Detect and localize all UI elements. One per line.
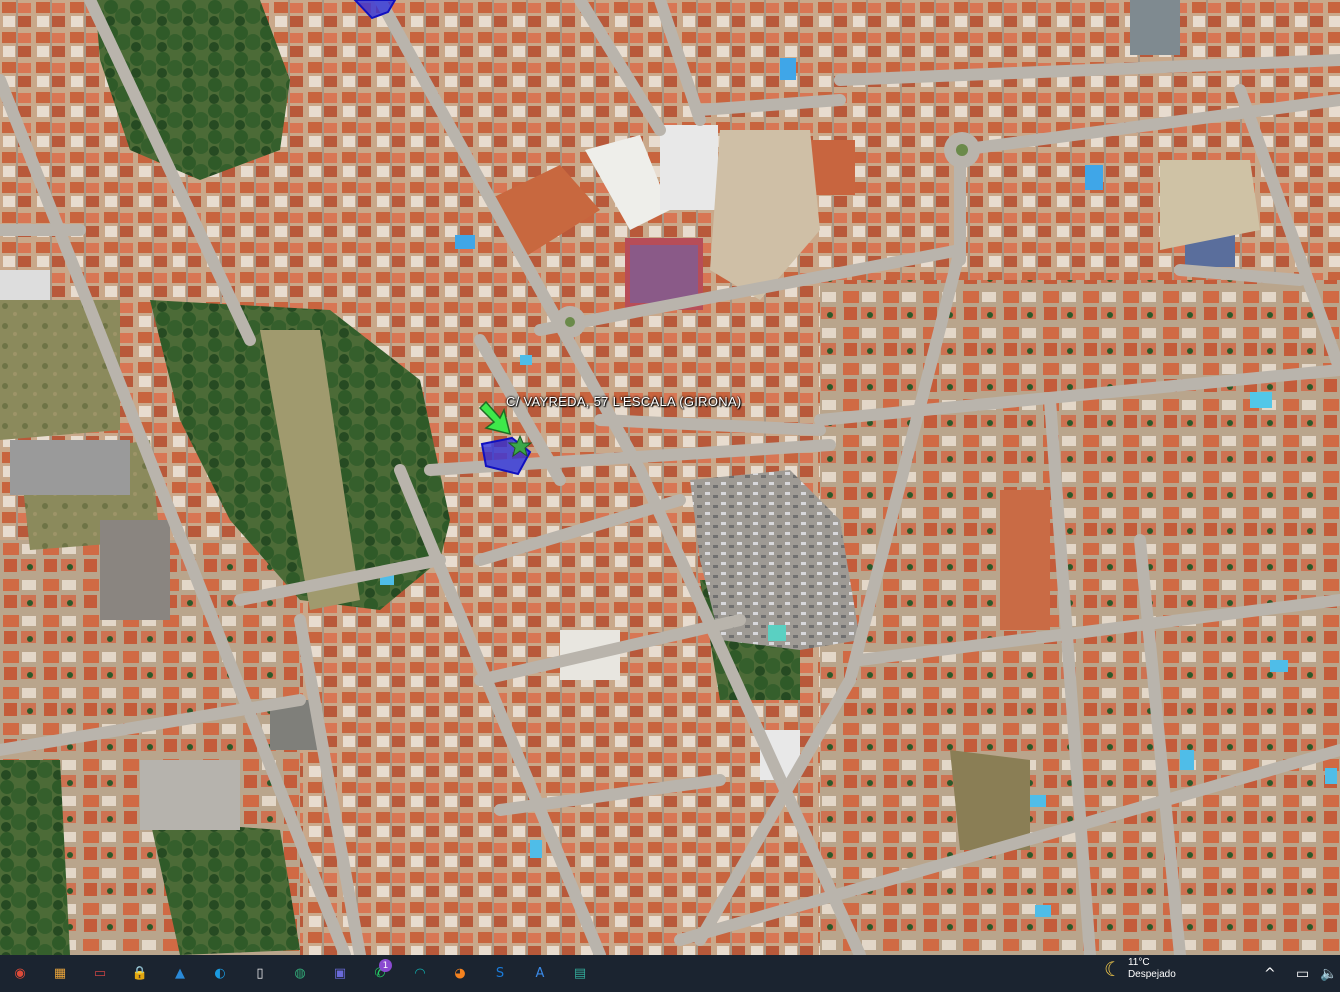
s-app-icon-glyph: S xyxy=(495,966,505,981)
globe-icon-glyph: ◍ xyxy=(294,966,306,981)
document-icon[interactable]: ▯ xyxy=(240,955,280,992)
location-label: C/ VAYREDA, 57 L'ESCALA (GIRONA) xyxy=(506,394,742,409)
monitor-app-icon[interactable]: ▤ xyxy=(560,955,600,992)
wave-app-icon-glyph: ◠ xyxy=(414,966,426,981)
lock-app-icon[interactable]: 🔒 xyxy=(120,955,160,992)
firefox-icon[interactable]: ◕ xyxy=(440,955,480,992)
photos-icon[interactable]: ▦ xyxy=(40,955,80,992)
edge-icon[interactable]: ◐ xyxy=(200,955,240,992)
moon-icon: ☾ xyxy=(1104,957,1122,981)
a-app-icon-glyph: A xyxy=(535,966,545,981)
landscape-app-icon-glyph: ▲ xyxy=(175,966,185,981)
save-disk-icon-glyph: ▣ xyxy=(333,966,347,981)
save-disk-icon[interactable]: ▣ xyxy=(320,955,360,992)
file-explorer-icon[interactable]: ▭ xyxy=(80,955,120,992)
weather-temp: 11°C xyxy=(1127,957,1150,968)
document-icon-glyph: ▯ xyxy=(256,966,264,981)
map-imagery xyxy=(0,0,1340,955)
monitor-app-icon-glyph: ▤ xyxy=(573,966,587,981)
s-app-icon[interactable]: S xyxy=(480,955,520,992)
chrome-icon-glyph: ◉ xyxy=(14,966,26,981)
globe-icon[interactable]: ◍ xyxy=(280,955,320,992)
satellite-map[interactable]: C/ VAYREDA, 57 L'ESCALA (GIRONA) xyxy=(0,0,1340,955)
chrome-icon[interactable]: ◉ xyxy=(0,955,40,992)
a-app-icon[interactable]: A xyxy=(520,955,560,992)
edge-icon-glyph: ◐ xyxy=(214,966,226,981)
firefox-icon-glyph: ◕ xyxy=(454,966,466,981)
photos-icon-glyph: ▦ xyxy=(53,966,67,981)
weather-condition: Despejado xyxy=(1127,969,1176,980)
tray-chevron-icon[interactable]: ^ xyxy=(1264,955,1276,992)
taskbar-app-icons: ◉ ▦ ▭ 🔒 ▲ ◐ ▯ ◍ ▣ ✆ 1 ◠ ◕ S A ▤ xyxy=(0,955,600,992)
whatsapp-icon[interactable]: ✆ 1 xyxy=(360,955,400,992)
weather-widget[interactable]: ☾ 11°C Despejado xyxy=(1104,957,1176,981)
file-explorer-icon-glyph: ▭ xyxy=(93,966,107,981)
volume-icon[interactable]: 🔈 xyxy=(1320,955,1337,992)
landscape-app-icon[interactable]: ▲ xyxy=(160,955,200,992)
notification-badge: 1 xyxy=(379,959,392,972)
display-icon[interactable]: ▭ xyxy=(1296,955,1309,992)
lock-app-icon-glyph: 🔒 xyxy=(131,966,149,981)
wave-app-icon[interactable]: ◠ xyxy=(400,955,440,992)
